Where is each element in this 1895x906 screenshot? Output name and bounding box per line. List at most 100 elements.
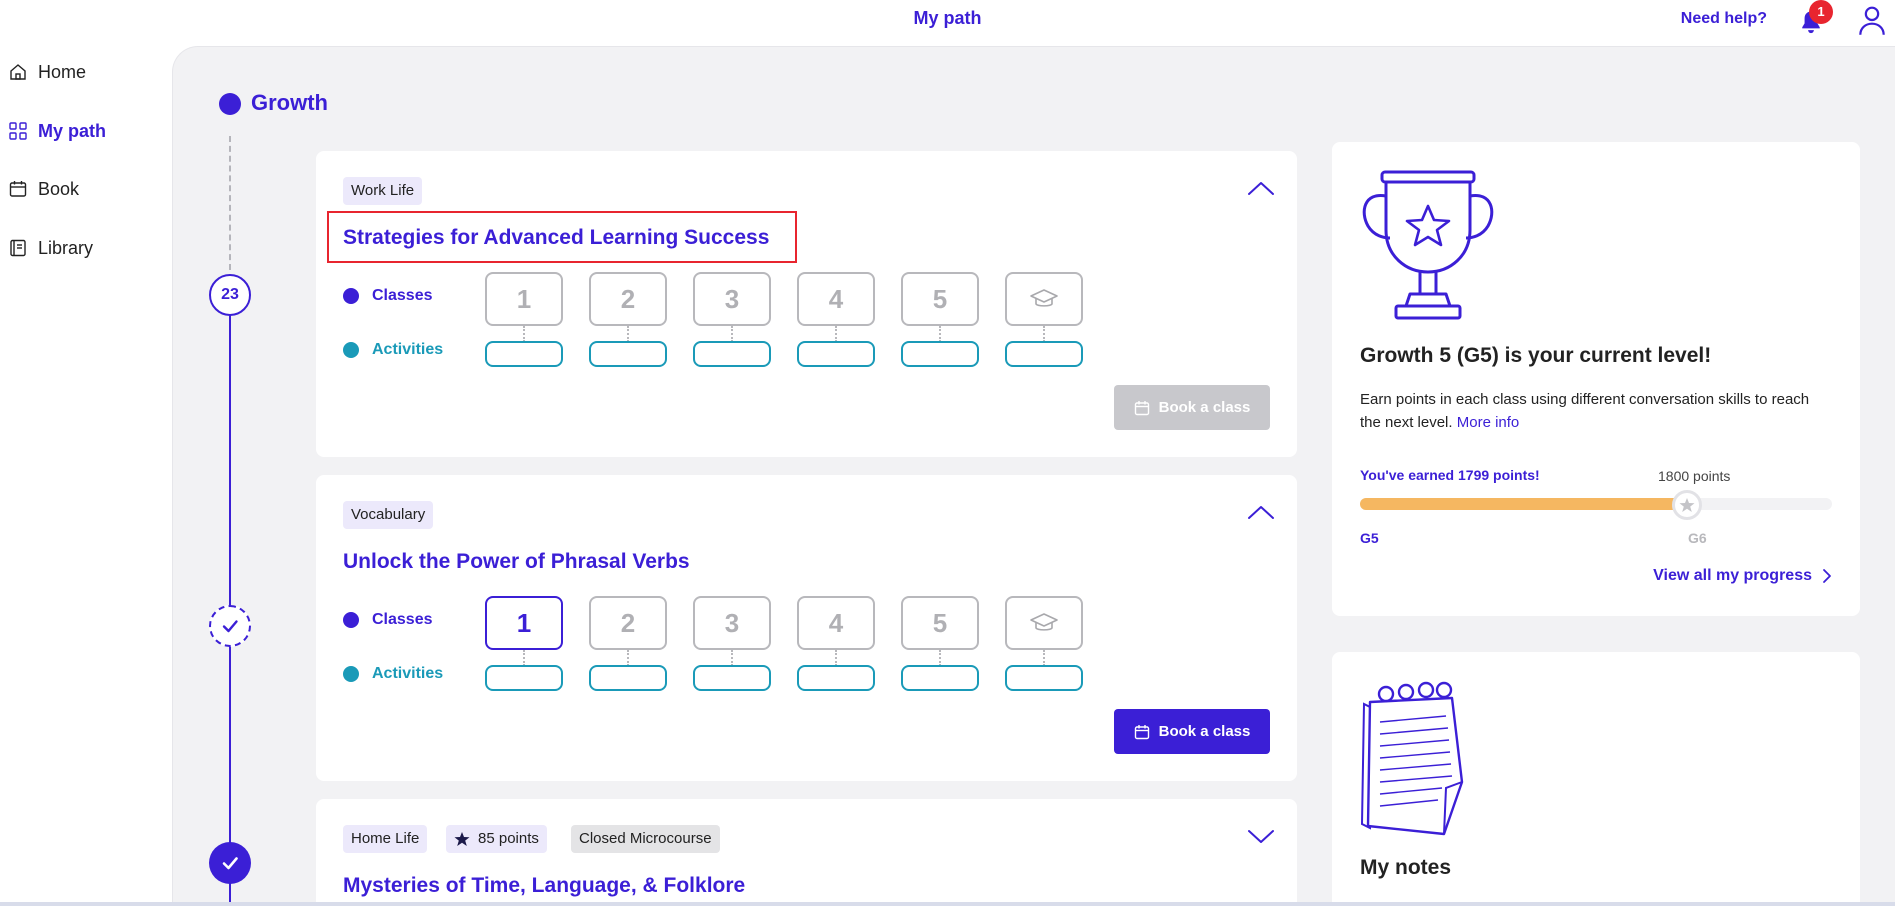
calendar-icon — [9, 181, 27, 197]
class-connector — [627, 650, 629, 666]
points-label: 85 points — [478, 830, 539, 847]
classes-dot — [343, 612, 359, 628]
user-icon[interactable] — [1857, 4, 1887, 36]
level-progress-track — [1360, 498, 1832, 510]
sidebar-item-library[interactable]: Library — [8, 233, 93, 263]
sidebar-item-label: Book — [38, 178, 80, 199]
top-bar: My path Need help? 1 — [0, 0, 1895, 46]
class-connector — [731, 326, 733, 342]
class-connector — [627, 326, 629, 342]
class-connector — [523, 650, 525, 666]
class-box[interactable]: 2 — [589, 596, 667, 650]
class-box[interactable]: 4 — [797, 272, 875, 326]
activities-label: Activities — [372, 341, 444, 358]
book-class-label: Book a class — [1158, 723, 1251, 740]
grid-icon — [9, 122, 27, 140]
activity-box[interactable] — [1005, 341, 1083, 367]
sidebar-item-my-path[interactable]: My path — [8, 116, 106, 146]
sidebar: Home My path Book Library — [0, 46, 172, 906]
class-box[interactable]: 4 — [797, 596, 875, 650]
points-tag: 85 points — [446, 825, 547, 853]
stage-label: Growth — [251, 90, 328, 115]
class-box[interactable]: 1 — [485, 272, 563, 326]
level-progress-fill — [1360, 498, 1691, 510]
course-title[interactable]: Strategies for Advanced Learning Success — [343, 226, 769, 250]
book-class-button[interactable]: Book a class — [1114, 385, 1270, 430]
course-card: Home Life 85 points Closed Microcourse M… — [316, 799, 1297, 906]
need-help-link[interactable]: Need help? — [1681, 10, 1767, 28]
class-connector — [1043, 326, 1045, 342]
activity-box[interactable] — [1005, 665, 1083, 691]
book-class-label: Book a class — [1158, 399, 1251, 416]
activity-box[interactable] — [901, 665, 979, 691]
class-box[interactable]: 2 — [589, 272, 667, 326]
activity-box[interactable] — [693, 341, 771, 367]
chevron-right-icon — [1823, 569, 1831, 583]
activity-box[interactable] — [693, 665, 771, 691]
sidebar-item-label: Library — [38, 237, 94, 258]
activity-box[interactable] — [901, 341, 979, 367]
home-icon — [10, 64, 26, 80]
activity-box[interactable] — [485, 665, 563, 691]
course-title[interactable]: Mysteries of Time, Language, & Folklore — [343, 874, 745, 898]
notes-card: My notes — [1332, 652, 1860, 906]
status-tag: Closed Microcourse — [571, 825, 720, 853]
book-icon — [10, 239, 26, 257]
calendar-icon — [1134, 400, 1149, 415]
graduation-class-box[interactable] — [1005, 272, 1083, 326]
step-completed-badge — [209, 842, 251, 884]
activities-label: Activities — [372, 665, 444, 682]
class-box[interactable]: 3 — [693, 272, 771, 326]
class-connector — [835, 650, 837, 666]
classes-row-label: Classes — [343, 287, 433, 305]
class-connector — [1043, 650, 1045, 666]
notepad-icon — [1360, 681, 1464, 836]
activity-box[interactable] — [589, 665, 667, 691]
current-level-label: G5 — [1360, 530, 1379, 546]
chevron-down-icon[interactable] — [1247, 827, 1275, 845]
classes-label: Classes — [372, 611, 433, 628]
activity-box[interactable] — [485, 341, 563, 367]
graduation-class-box[interactable] — [1005, 596, 1083, 650]
classes-row-label: Classes — [343, 611, 433, 629]
chevron-up-icon[interactable] — [1247, 179, 1275, 197]
level-description-text: Earn points in each class using differen… — [1360, 391, 1810, 431]
activities-row-label: Activities — [343, 665, 443, 683]
target-points: 1800 points — [1658, 468, 1731, 484]
earned-points: You've earned 1799 points! — [1360, 467, 1540, 483]
step-in-progress-badge — [209, 605, 251, 647]
course-title[interactable]: Unlock the Power of Phrasal Verbs — [343, 550, 690, 574]
more-info-link[interactable]: More info — [1457, 414, 1520, 431]
star-icon — [454, 832, 470, 846]
activity-box[interactable] — [797, 665, 875, 691]
next-level-label: G6 — [1688, 530, 1707, 546]
course-card: Work Life Strategies for Advanced Learni… — [316, 151, 1297, 457]
activity-box[interactable] — [797, 341, 875, 367]
sidebar-item-book[interactable]: Book — [8, 174, 79, 204]
page-title: My path — [913, 8, 982, 28]
star-icon — [1679, 498, 1695, 512]
notes-title: My notes — [1360, 856, 1452, 879]
view-progress-link[interactable]: View all my progress — [1653, 567, 1832, 585]
class-box-current[interactable]: 1 — [485, 596, 563, 650]
trophy-icon — [1362, 170, 1494, 320]
bottom-divider — [0, 902, 1895, 906]
sidebar-item-home[interactable]: Home — [8, 57, 86, 87]
class-box[interactable]: 5 — [901, 596, 979, 650]
class-connector — [523, 326, 525, 342]
classes-dot — [343, 288, 359, 304]
category-tag: Work Life — [343, 177, 423, 205]
activity-box[interactable] — [589, 341, 667, 367]
class-connector — [939, 326, 941, 342]
class-connector — [835, 326, 837, 342]
book-class-button[interactable]: Book a class — [1114, 709, 1270, 754]
level-card: Growth 5 (G5) is your current level! Ear… — [1332, 142, 1860, 616]
chevron-up-icon[interactable] — [1247, 503, 1275, 521]
course-card: Vocabulary Unlock the Power of Phrasal V… — [316, 475, 1297, 781]
check-icon — [222, 620, 238, 633]
class-box[interactable]: 5 — [901, 272, 979, 326]
sidebar-item-label: My path — [38, 120, 107, 141]
level-description: Earn points in each class using differen… — [1360, 388, 1830, 434]
class-box[interactable]: 3 — [693, 596, 771, 650]
step-number-badge: 23 — [209, 274, 251, 316]
